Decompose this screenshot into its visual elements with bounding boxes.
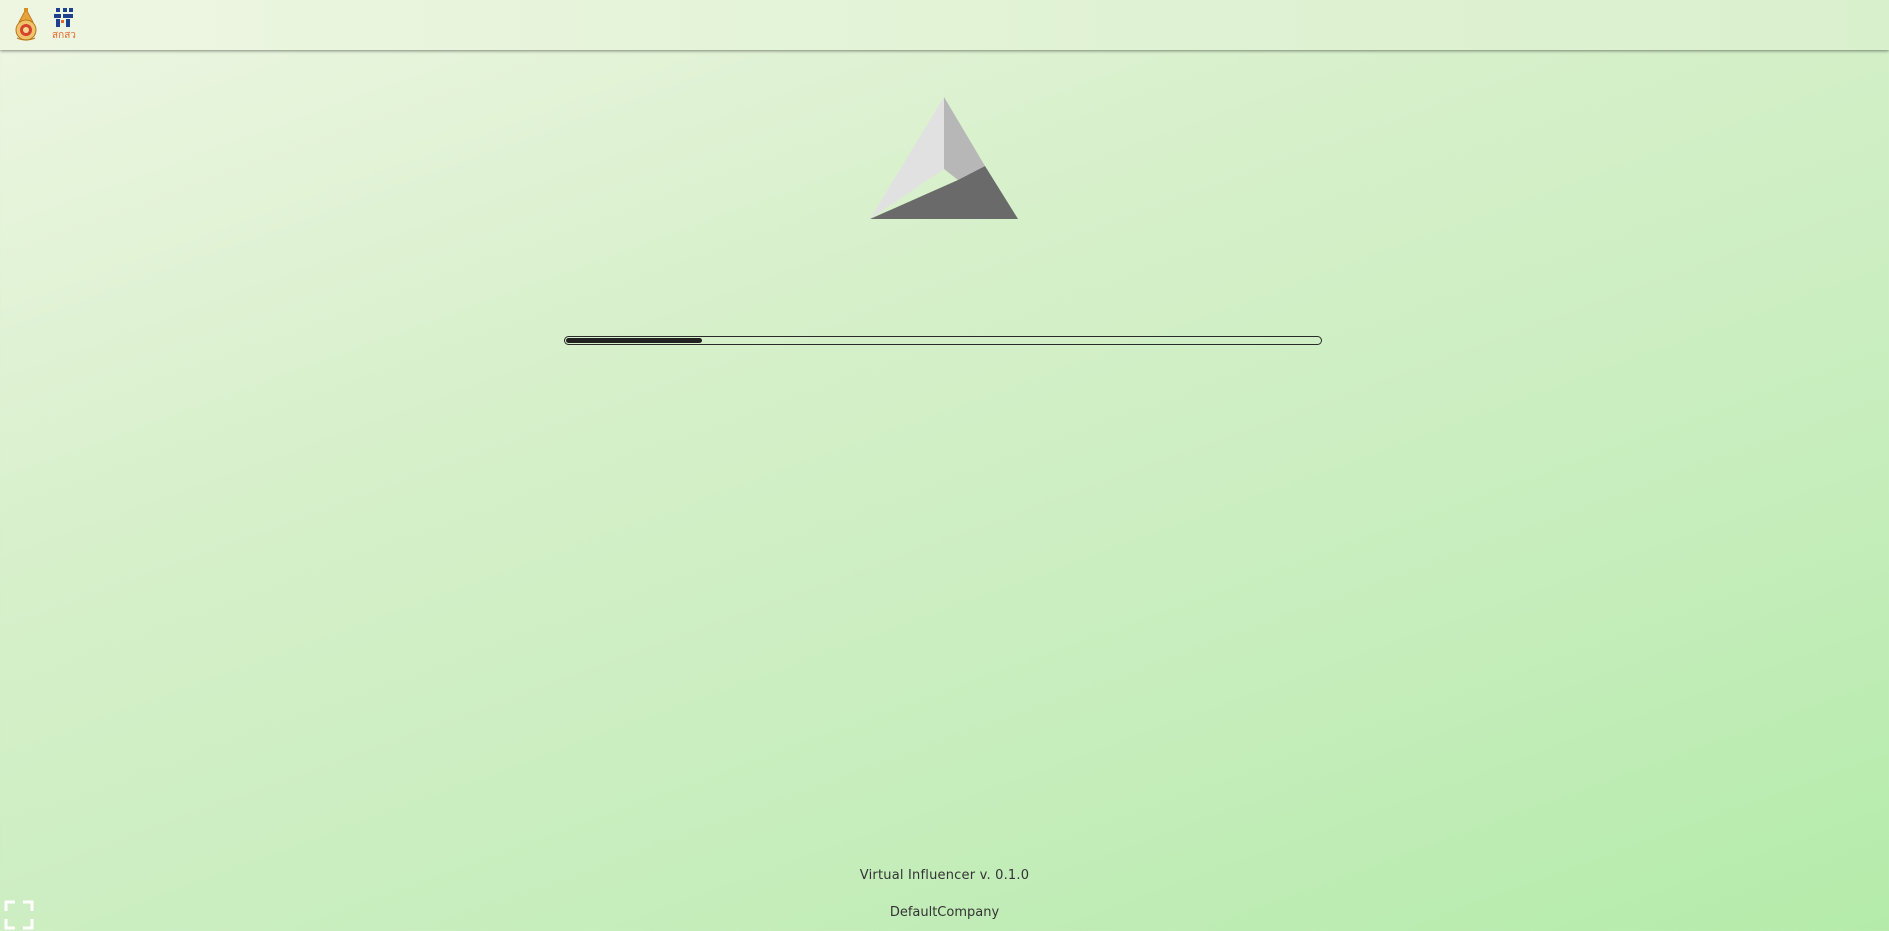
unity-logo-icon	[870, 97, 1018, 220]
fullscreen-icon	[4, 900, 34, 930]
brand-logo: สกสว	[49, 8, 79, 44]
royal-emblem-icon	[13, 8, 39, 42]
version-label: Virtual Influencer v. 0.1.0	[859, 868, 1030, 883]
company-label: DefaultCompany	[889, 905, 1000, 920]
loading-progress-fill	[566, 338, 702, 343]
fullscreen-button[interactable]	[4, 900, 34, 930]
brand-caption: สกสว	[52, 30, 76, 41]
brand-logo-icon	[54, 8, 74, 28]
top-header-bar: สกสว	[0, 0, 1889, 50]
loading-progress-bar	[564, 336, 1322, 345]
